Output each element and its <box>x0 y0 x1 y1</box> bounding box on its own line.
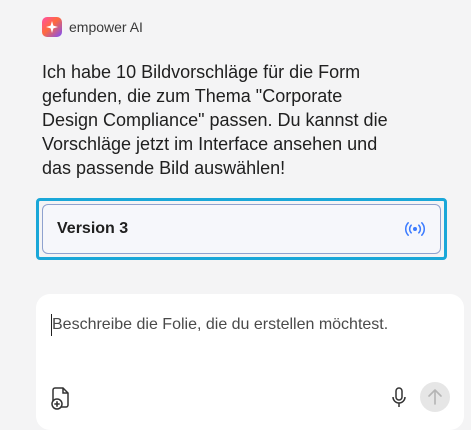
microphone-icon[interactable] <box>390 386 408 410</box>
attach-file-icon[interactable] <box>50 386 72 410</box>
assistant-header: empower AI <box>42 17 143 37</box>
broadcast-icon <box>402 220 428 238</box>
version-label: Version 3 <box>57 220 129 237</box>
send-arrow-icon <box>428 389 442 405</box>
send-button[interactable] <box>420 382 450 412</box>
assistant-message: Ich habe 10 Bildvorschläge für die Form … <box>42 62 388 178</box>
message-composer <box>36 294 464 430</box>
version-card[interactable]: Version 3 <box>42 204 441 254</box>
chat-panel: empower AI Ich habe 10 Bildvorschläge fü… <box>24 0 464 430</box>
prompt-input[interactable] <box>52 316 452 334</box>
sparkle-logo-icon <box>42 17 62 37</box>
assistant-name: empower AI <box>69 19 143 35</box>
